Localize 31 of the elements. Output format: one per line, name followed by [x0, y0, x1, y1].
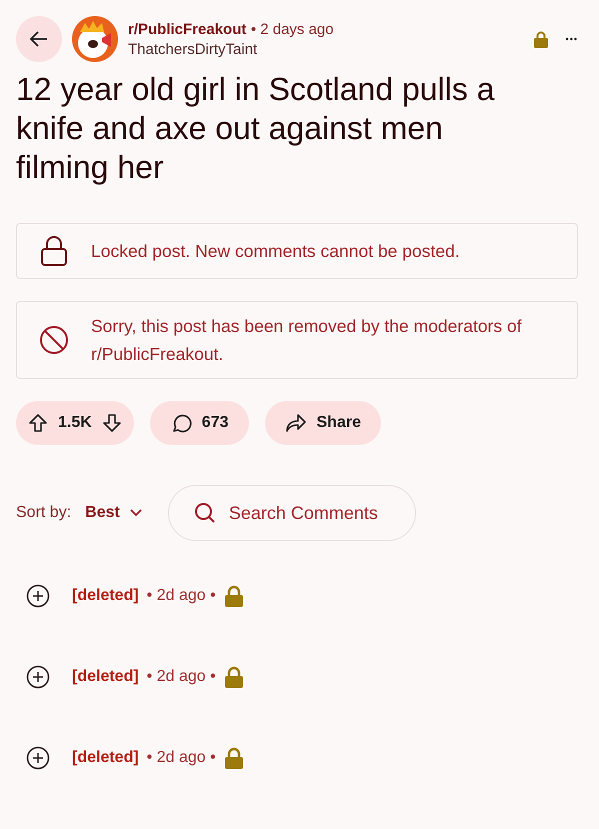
notice-text: Locked post. New comments cannot be posted.	[91, 240, 460, 263]
downvote-icon[interactable]	[102, 413, 122, 433]
search-field[interactable]: Search Comments	[168, 485, 416, 541]
sort-label: Sort by:	[16, 504, 72, 522]
prohibited-icon	[39, 325, 69, 355]
upvote-icon[interactable]	[28, 413, 48, 433]
comment-time: • 2d ago •	[146, 586, 216, 604]
comment-author: [deleted]	[72, 748, 139, 766]
sort-dropdown[interactable]: Best	[85, 504, 142, 522]
subreddit-link[interactable]: r/PublicFreakout	[128, 20, 246, 38]
comment-time: • 2d ago •	[146, 668, 216, 686]
post-time: • 2 days ago	[250, 20, 334, 38]
notice-text: Sorry, this post has been removed by the moderators of r/PublicFreakout.	[91, 315, 523, 366]
comment-time: • 2d ago •	[146, 748, 216, 766]
comments-button[interactable]: 673	[150, 401, 248, 445]
expand-icon[interactable]	[26, 584, 50, 608]
share-button[interactable]: Share	[264, 401, 381, 445]
comment-author: [deleted]	[72, 586, 139, 604]
comment-author: [deleted]	[72, 668, 139, 686]
lock-icon	[39, 235, 69, 267]
expand-icon[interactable]	[26, 664, 50, 688]
more-options-button[interactable]: •••	[566, 34, 578, 44]
share-arrow-icon	[284, 413, 306, 433]
expand-icon[interactable]	[26, 746, 50, 770]
post-title: 12 year old girl in Scotland pulls a knife and axe out against men filming her	[16, 70, 496, 187]
search-icon	[194, 502, 216, 524]
chevron-down-icon	[130, 509, 142, 517]
author-name[interactable]: ThatchersDirtyTaint	[128, 40, 334, 58]
back-button[interactable]	[16, 16, 62, 62]
subreddit-avatar[interactable]	[72, 16, 118, 62]
vote-count: 1.5K	[58, 414, 92, 432]
